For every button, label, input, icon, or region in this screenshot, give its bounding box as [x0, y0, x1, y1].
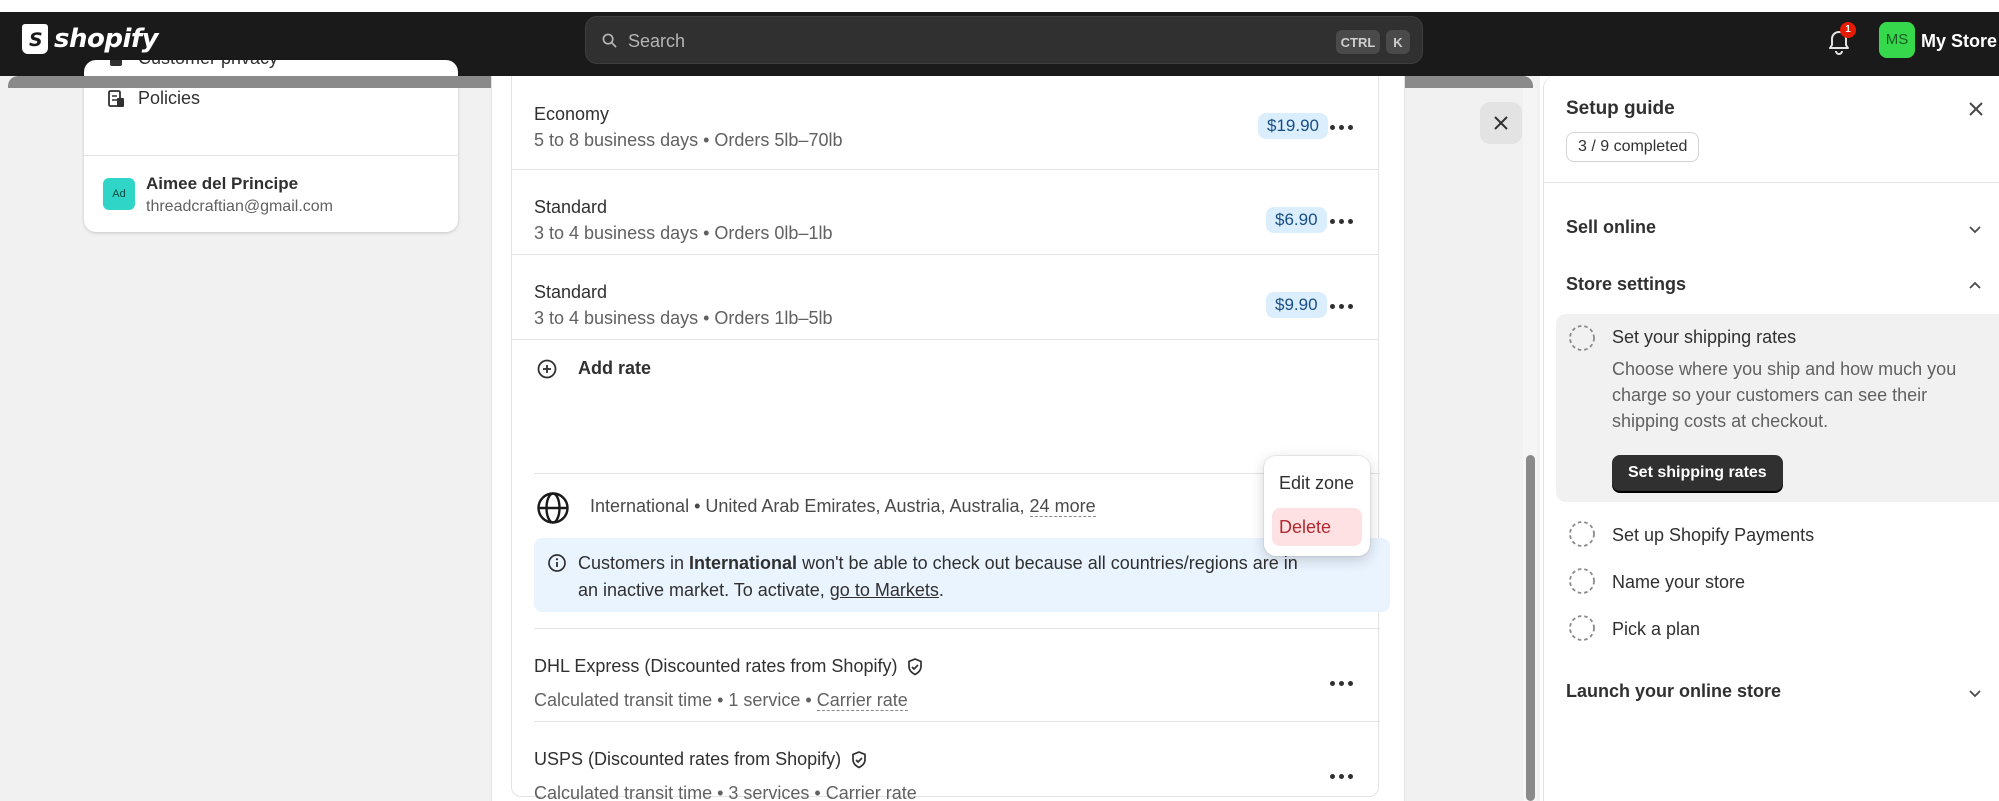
policies-icon — [108, 89, 124, 107]
carrier-detail: Calculated transit time • 3 services • C… — [534, 783, 917, 801]
carrier-row: DHL Express (Discounted rates from Shopi… — [534, 629, 1380, 722]
plus-circle-icon — [537, 359, 557, 379]
search-bar[interactable]: CTRL K — [585, 16, 1423, 64]
shortcut-k-key: K — [1386, 30, 1410, 54]
store-avatar[interactable]: MS — [1879, 22, 1915, 58]
rate-more-button[interactable] — [1324, 204, 1358, 238]
section-launch-store[interactable]: Launch your online store — [1566, 681, 1781, 702]
carrier-detail-text: Calculated transit time • 3 services • — [534, 783, 821, 801]
task-description: Choose where you ship and how much you c… — [1612, 359, 1957, 431]
user-email: threadcraftian@gmail.com — [146, 198, 333, 215]
shortcut-ctrl-key: CTRL — [1336, 30, 1380, 54]
carrier-more-button[interactable] — [1324, 666, 1358, 700]
setup-progress-badge: 3 / 9 completed — [1566, 132, 1700, 162]
setup-guide-title: Setup guide — [1566, 98, 1675, 119]
banner-zone-name: International — [689, 553, 798, 573]
chevron-down-icon[interactable] — [1965, 683, 1985, 703]
task-incomplete-circle-icon[interactable] — [1568, 567, 1596, 595]
carrier-rate-link[interactable]: Carrier rate — [816, 690, 908, 711]
shipping-zone-modal: Economy 5 to 8 business days • Orders 5l… — [491, 76, 1405, 801]
panel-divider — [1544, 182, 1999, 183]
nav-item-policies[interactable]: Policies — [106, 88, 200, 109]
task-incomplete-circle-icon[interactable] — [1568, 324, 1596, 352]
card-divider — [84, 155, 458, 156]
edit-zone-option[interactable]: Edit zone — [1272, 464, 1362, 502]
chevron-up-icon[interactable] — [1965, 276, 1985, 296]
add-rate-button[interactable]: Add rate — [534, 340, 1380, 474]
carrier-name: DHL Express (Discounted rates from Shopi… — [534, 656, 925, 677]
zone-summary: International • United Arab Emirates, Au… — [590, 496, 1096, 517]
delete-zone-option[interactable]: Delete — [1272, 508, 1362, 546]
carrier-detail-text: Calculated transit time • 1 service • — [534, 690, 812, 710]
search-input[interactable] — [628, 29, 1228, 53]
rate-price-badge: $9.90 — [1266, 292, 1327, 318]
search-icon — [602, 33, 617, 48]
rate-more-button[interactable] — [1324, 289, 1358, 323]
task-title[interactable]: Name your store — [1612, 572, 1745, 593]
carrier-more-button[interactable] — [1324, 759, 1358, 793]
inactive-market-banner: Customers in International won't be able… — [534, 538, 1390, 612]
close-modal-button[interactable] — [1480, 102, 1522, 144]
close-icon — [1494, 116, 1508, 130]
verified-shield-icon — [908, 657, 923, 675]
scrollbar-thumb[interactable] — [1526, 455, 1535, 801]
section-sell-online[interactable]: Sell online — [1566, 217, 1656, 238]
carrier-name-text: USPS (Discounted rates from Shopify) — [534, 749, 842, 769]
section-store-settings[interactable]: Store settings — [1566, 274, 1686, 295]
rate-row: Standard 3 to 4 business days • Orders 1… — [512, 255, 1378, 340]
nav-item-label: Customer privacy — [138, 60, 278, 69]
nav-item-customer-privacy[interactable]: Customer privacy — [106, 60, 278, 69]
rate-name: Standard — [534, 282, 608, 302]
set-shipping-rates-button[interactable]: Set shipping rates — [1612, 455, 1783, 491]
banner-text-end: . — [938, 580, 944, 600]
store-name[interactable]: My Store — [1921, 31, 1997, 52]
go-to-markets-link[interactable]: go to Markets — [830, 580, 939, 600]
zone-section: International • United Arab Emirates, Au… — [534, 474, 1390, 629]
task-incomplete-circle-icon[interactable] — [1568, 520, 1596, 548]
task-title[interactable]: Set up Shopify Payments — [1612, 525, 1814, 546]
task-title[interactable]: Set your shipping rates — [1612, 327, 1796, 348]
info-icon — [548, 554, 566, 572]
verified-shield-icon — [852, 750, 866, 768]
zone-more-link[interactable]: 24 more — [1029, 496, 1096, 517]
rate-row: Standard 3 to 4 business days • Orders 0… — [512, 170, 1378, 255]
carrier-detail: Calculated transit time • 1 service • Ca… — [534, 690, 908, 711]
carrier-rate-link[interactable]: Carrier rate — [825, 783, 917, 801]
rate-detail: 3 to 4 business days • Orders 1lb–5lb — [534, 308, 833, 328]
banner-message: Customers in International won't be able… — [578, 550, 1298, 604]
rate-detail: 3 to 4 business days • Orders 0lb–1lb — [534, 223, 833, 243]
task-title[interactable]: Pick a plan — [1612, 619, 1700, 640]
task-incomplete-circle-icon[interactable] — [1568, 614, 1596, 642]
rate-price-badge: $6.90 — [1266, 207, 1327, 233]
chevron-down-icon[interactable] — [1965, 219, 1985, 239]
shopping-bag-icon — [22, 24, 48, 54]
close-icon[interactable] — [1965, 98, 1987, 120]
zone-countries: International • United Arab Emirates, Au… — [590, 496, 1025, 516]
user-avatar: Ad — [103, 178, 135, 210]
rate-more-button[interactable] — [1324, 110, 1358, 144]
rate-name: Standard — [534, 197, 608, 217]
privacy-icon — [110, 60, 122, 66]
setup-guide-panel: Setup guide 3 / 9 completed Sell online … — [1543, 76, 1999, 801]
nav-item-label: Policies — [138, 88, 201, 108]
rate-detail: 5 to 8 business days • Orders 5lb–70lb — [534, 130, 843, 150]
add-rate-label: Add rate — [578, 358, 652, 378]
shopify-logo[interactable]: shopify — [22, 24, 159, 54]
rate-price-badge: $19.90 — [1258, 113, 1328, 139]
notification-badge: 1 — [1840, 22, 1856, 38]
banner-text-start: Customers in — [578, 553, 690, 573]
carrier-name: USPS (Discounted rates from Shopify) — [534, 749, 869, 770]
rate-name: Economy — [534, 104, 610, 124]
carrier-name-text: DHL Express (Discounted rates from Shopi… — [534, 656, 898, 676]
zone-actions-popover: Edit zone Delete — [1264, 456, 1370, 556]
carrier-row: USPS (Discounted rates from Shopify) Cal… — [534, 722, 1380, 801]
globe-icon — [537, 492, 569, 524]
user-name: Aimee del Principe — [146, 174, 299, 193]
shipping-rates-panel: Economy 5 to 8 business days • Orders 5l… — [511, 76, 1390, 801]
rate-row: Economy 5 to 8 business days • Orders 5l… — [512, 76, 1378, 170]
